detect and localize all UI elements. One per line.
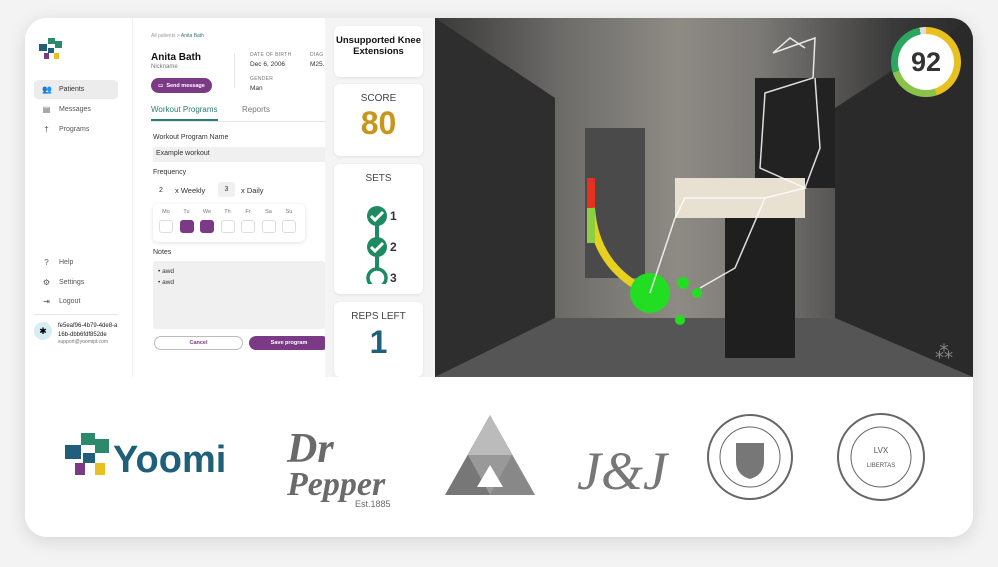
gender-value: Man [250,85,263,92]
chat-icon: ▤ [42,105,51,114]
frequency-label: Frequency [153,169,187,176]
divider [34,314,118,315]
svg-text:LIBERTAS: LIBERTAS [867,463,895,469]
jj-logo: J&J [577,441,670,501]
user-email: support@yoomipt.com [58,339,109,345]
notes-textarea[interactable]: • awd • awd [153,261,325,329]
cancel-button[interactable]: Cancel [154,336,243,350]
score-label: SCORE [360,93,397,104]
day-toggle-mo[interactable]: Mo [159,209,173,233]
day-selector: Mo Tu We Th Fr Sa Su [153,204,305,242]
sidebar-item-messages[interactable]: ▤ Messages [34,100,118,119]
day-toggle-th[interactable]: Th [220,209,235,233]
stool [725,218,795,358]
set-number: 1 [390,209,397,223]
day-toggle-tu[interactable]: Tu [179,209,194,233]
svg-text:LVX: LVX [874,446,889,455]
daily-input[interactable]: 3 [218,182,235,197]
tab-workout-programs[interactable]: Workout Programs [151,105,218,121]
figure-icon: † [44,125,49,134]
sidebar-item-logout[interactable]: ⇥ Logout [34,292,118,311]
watermark-icon: ⁂ [935,342,953,362]
exercise-title: Unsupported Knee Extensions [334,26,423,77]
sidebar-item-help[interactable]: ? Help [34,253,118,272]
pose-tracking-video: ⁂ 92 [435,18,973,377]
partner-logos: Yoomi Dr Pepper Est.1885 J&J LVX LIBERTAS [25,377,973,537]
breadcrumb-current: Anita Bath [180,33,204,39]
exercise-panel: Unsupported Knee Extensions SCORE 80 SET… [325,18,435,377]
message-icon: ▭ [158,82,164,89]
logout-icon: ⇥ [43,297,50,306]
sidebar-item-patients[interactable]: 👥 Patients [34,80,118,99]
sets-progress: 1 2 3 [366,206,397,289]
overall-score-value: 92 [898,34,954,90]
avatar: ✱ [34,322,52,340]
svg-text:Pepper: Pepper [286,466,386,503]
dob-label: DATE OF BIRTH [250,52,292,58]
set-number: 3 [390,271,397,284]
day-toggle-we[interactable]: We [200,209,214,233]
user-id: fe5eaf96-4b79-4de8-a16b-dbb6fdf852de [58,323,118,338]
reps-value: 1 [369,324,388,360]
note-item: • awd [158,268,175,275]
breadcrumb-root[interactable]: All patients [151,33,175,39]
breadcrumb: All patients > Anita Bath [151,33,204,39]
sidebar-item-settings[interactable]: ⚙ Settings [34,273,118,292]
score-value: 80 [360,105,397,141]
set-complete-icon [367,237,387,257]
unc-seal: LVX LIBERTAS [837,413,925,501]
save-program-button[interactable]: Save program [249,336,329,350]
score-card: SCORE 80 [334,84,423,156]
diagnosis-value: M25. [310,61,325,68]
sets-label: SETS [365,173,392,184]
svg-text:Est.1885: Est.1885 [355,499,391,509]
patient-name: Anita Bath [151,52,201,63]
yoomi-logo-icon [39,38,62,59]
triangle-logo [445,415,535,495]
tab-bar: Workout Programs Reports [151,102,325,122]
day-toggle-sa[interactable]: Sa [261,209,276,233]
reps-card: REPS LEFT 1 [334,302,423,377]
gear-icon: ⚙ [42,278,51,287]
notes-label: Notes [153,249,172,256]
sidebar: 👥 Patients ▤ Messages † Programs ? Help ⚙ Set… [25,18,133,377]
program-name-label: Workout Program Name [153,134,229,141]
user-profile[interactable]: ✱ fe5eaf96-4b79-4de8-a16b-dbb6fdf852de su… [34,322,118,345]
help-icon: ? [44,258,49,267]
program-name-input[interactable]: Example workout [153,147,325,162]
yoomi-logo: Yoomi [65,433,226,481]
day-toggle-su[interactable]: Su [282,209,296,233]
tab-reports[interactable]: Reports [242,105,270,114]
patient-panel: All patients > Anita Bath Anita Bath Nic… [133,18,329,377]
people-icon: 👥 [42,85,52,94]
dr-pepper-logo: Dr Pepper Est.1885 [286,426,391,509]
day-toggle-fr[interactable]: Fr [241,209,255,233]
showcase-card: 👥 Patients ▤ Messages † Programs ? Help ⚙ Set… [25,18,973,537]
patient-nickname: Nickname [151,64,178,70]
weekly-label: x Weekly [175,186,206,195]
weekly-input[interactable]: 2 [155,184,167,197]
set-pending-icon [366,267,388,289]
svg-text:Yoomi: Yoomi [113,439,226,481]
note-item: • awd [158,279,175,286]
dob-value: Dec 6, 2006 [250,61,286,68]
sidebar-item-programs[interactable]: † Programs [34,120,118,139]
reps-label: REPS LEFT [351,311,406,322]
overall-score-gauge: 92 [891,27,961,97]
gender-label: GENDER [250,76,274,82]
send-message-button[interactable]: ▭ Send message [151,78,212,93]
set-complete-icon [367,206,387,226]
daily-label: x Daily [241,186,264,195]
diagnosis-label: DIAG [310,52,324,58]
sets-card: SETS 1 2 3 [334,164,423,294]
cornell-seal [707,414,793,500]
set-number: 2 [390,240,397,254]
divider [234,54,235,88]
